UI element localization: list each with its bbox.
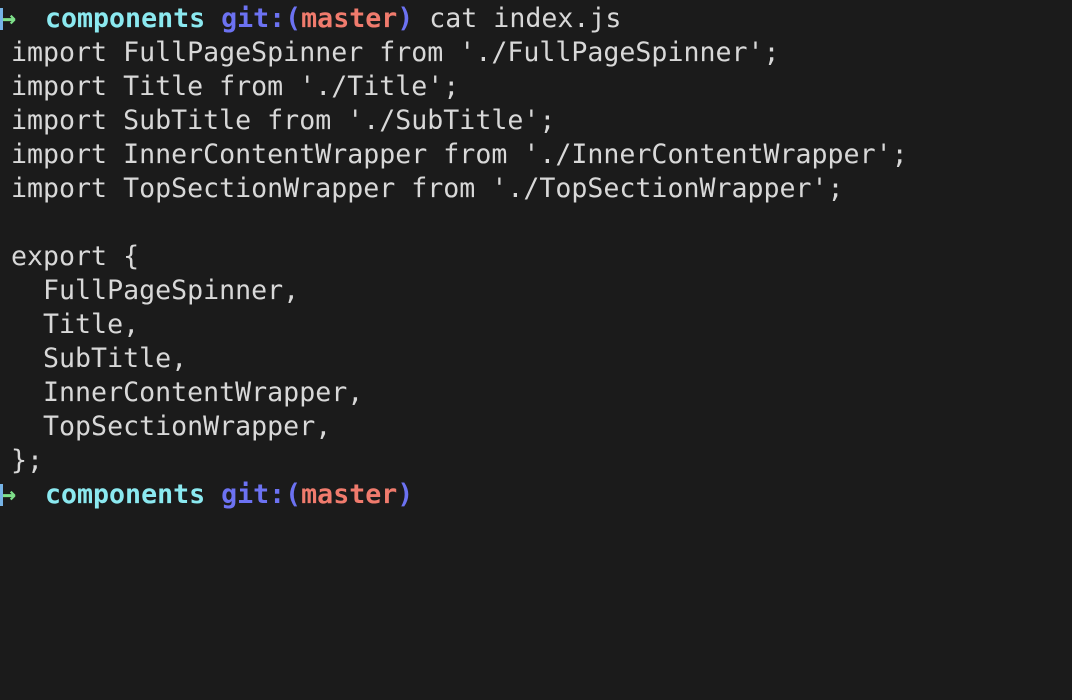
output-line: import FullPageSpinner from './FullPageS… <box>11 37 780 68</box>
output-line: }; <box>11 445 44 476</box>
output-line: import InnerContentWrapper from './Inner… <box>11 139 908 170</box>
output-line: import Title from './Title'; <box>11 71 460 102</box>
output-line: TopSectionWrapper, <box>11 411 332 442</box>
prompt-git-close: ) <box>397 3 414 34</box>
prompt-git-branch: master <box>301 3 398 34</box>
prompt-git-close: ) <box>397 479 414 510</box>
prompt-directory: components <box>45 479 206 510</box>
prompt-line-2[interactable]: → components git:(master) <box>0 478 1072 512</box>
output-line-blank <box>0 206 1072 240</box>
output-line: SubTitle, <box>11 343 188 374</box>
prompt-line-1: → components git:(master) cat index.js <box>0 2 1072 36</box>
prompt-directory: components <box>45 3 206 34</box>
output-line: Title, <box>11 309 140 340</box>
output-line: InnerContentWrapper, <box>11 377 364 408</box>
prompt-git-branch: master <box>301 479 398 510</box>
output-line: import SubTitle from './SubTitle'; <box>11 105 556 136</box>
prompt-arrow-icon: → <box>0 3 17 34</box>
command-text: cat index.js <box>429 3 622 34</box>
prompt-git-label: git:( <box>221 3 302 34</box>
output-line: export { <box>11 241 140 272</box>
prompt-arrow-icon: → <box>0 479 17 510</box>
terminal-window[interactable]: → components git:(master) cat index.js impo… <box>0 0 1072 700</box>
prompt-git-label: git:( <box>221 479 302 510</box>
output-line: import TopSectionWrapper from './TopSect… <box>11 173 844 204</box>
output-line: FullPageSpinner, <box>11 275 300 306</box>
